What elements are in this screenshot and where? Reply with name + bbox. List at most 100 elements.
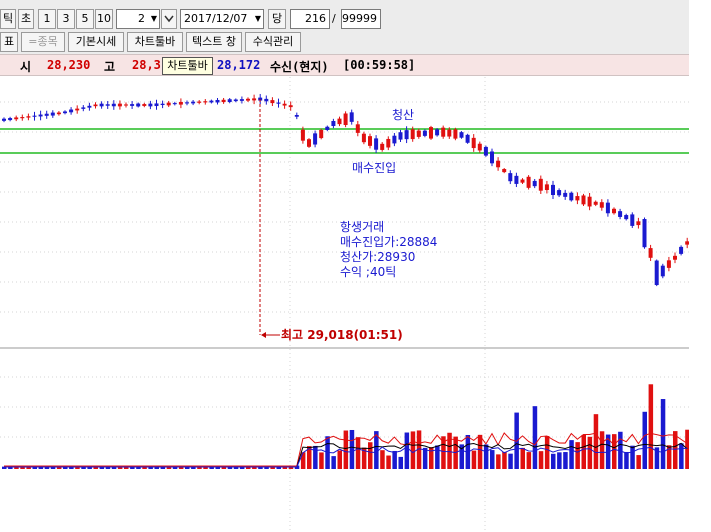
candle-body bbox=[270, 100, 275, 104]
volume-bar bbox=[587, 436, 593, 469]
volume-bar bbox=[319, 452, 324, 469]
candle-body bbox=[50, 112, 55, 116]
volume-bar bbox=[642, 411, 647, 469]
basic-quote-button[interactable]: 기본시세 bbox=[68, 32, 124, 52]
open-label: 시 bbox=[20, 60, 32, 74]
chart-toolbar-button[interactable]: 차트툴바 bbox=[127, 32, 183, 52]
candle-body bbox=[264, 98, 269, 102]
count-input[interactable]: 216 bbox=[290, 9, 330, 29]
exit-price: 청산가:28930 bbox=[340, 250, 415, 264]
candle-body bbox=[612, 208, 616, 214]
candle-body bbox=[429, 127, 433, 139]
dang-button[interactable]: 당 bbox=[268, 9, 286, 29]
candle-body bbox=[563, 192, 568, 197]
candlestick-chart[interactable]: 청산 매수진입 항생거래 매수진입가:28884 청산가:28930 수익 ;4… bbox=[0, 77, 689, 532]
candle-body bbox=[361, 133, 366, 143]
candle-body bbox=[404, 130, 409, 140]
period-1-button[interactable]: 1 bbox=[38, 9, 56, 29]
period-3-button[interactable]: 3 bbox=[57, 9, 75, 29]
candle-body bbox=[581, 195, 586, 205]
volume-bar bbox=[447, 432, 452, 469]
tooltip: 차트툴바 bbox=[162, 57, 213, 75]
volume-bar bbox=[422, 447, 428, 469]
right-scroll-edge[interactable] bbox=[689, 0, 711, 532]
candle-body bbox=[32, 115, 37, 117]
candle-body bbox=[160, 103, 165, 106]
candle-body bbox=[209, 100, 214, 103]
candle-body bbox=[569, 192, 574, 201]
candle-body bbox=[642, 219, 647, 248]
candle-body bbox=[136, 103, 141, 107]
last-value: 28,172 bbox=[217, 58, 261, 72]
volume-bar bbox=[575, 442, 580, 469]
candle-body bbox=[483, 146, 488, 156]
candle-body bbox=[660, 265, 665, 277]
candle-body bbox=[319, 129, 324, 139]
candle-body bbox=[343, 113, 348, 126]
pyo-button[interactable]: 표 bbox=[0, 32, 18, 52]
candle-body bbox=[81, 107, 86, 109]
candle-body bbox=[233, 99, 238, 102]
formula-manage-button[interactable]: 수식관리 bbox=[245, 32, 301, 52]
chevron-down-icon: ▼ bbox=[254, 14, 261, 23]
volume-bar bbox=[490, 450, 495, 469]
candle-body bbox=[599, 202, 604, 208]
volume-bar bbox=[648, 384, 654, 469]
candle-body bbox=[416, 130, 421, 137]
candle-body bbox=[69, 109, 74, 113]
candle-body bbox=[441, 127, 446, 137]
candle-body bbox=[496, 160, 501, 168]
max-count-input[interactable]: 99999 bbox=[341, 9, 381, 29]
candle-body bbox=[508, 173, 513, 182]
entry-label: 매수진입 bbox=[352, 161, 396, 175]
candle-body bbox=[630, 214, 635, 226]
date-select[interactable]: 2017/12/07 ▼ bbox=[180, 9, 264, 29]
volume-bar bbox=[551, 453, 556, 469]
candle-body bbox=[8, 118, 13, 121]
candle-body bbox=[307, 139, 311, 147]
candle-body bbox=[465, 134, 470, 143]
candle-body bbox=[593, 201, 598, 205]
candle-body bbox=[215, 99, 220, 103]
candle-body bbox=[544, 184, 549, 191]
candle-body bbox=[20, 117, 25, 119]
candle-body bbox=[185, 102, 189, 104]
chevron-down-icon[interactable] bbox=[161, 9, 177, 29]
tick-button[interactable]: 틱 bbox=[0, 9, 16, 29]
candle-body bbox=[605, 202, 610, 214]
volume-bar bbox=[410, 431, 416, 469]
volume-bar bbox=[581, 434, 586, 469]
candle-body bbox=[63, 111, 67, 114]
candle-body bbox=[93, 104, 98, 107]
second-button[interactable]: 초 bbox=[18, 9, 34, 29]
volume-bar bbox=[599, 431, 605, 469]
period-10-button[interactable]: 10 bbox=[95, 9, 113, 29]
jongmok-button[interactable]: =종목 bbox=[21, 32, 65, 52]
candle-body bbox=[166, 102, 171, 106]
candle-body bbox=[227, 99, 232, 102]
candle-body bbox=[618, 211, 623, 217]
period-5-button[interactable]: 5 bbox=[76, 9, 94, 29]
volume-bar bbox=[630, 445, 635, 469]
candle-body bbox=[673, 255, 677, 260]
arrow-left-icon bbox=[261, 332, 266, 338]
volume-bar bbox=[331, 456, 336, 469]
candle-body bbox=[410, 129, 415, 140]
candle-body bbox=[111, 103, 116, 107]
candle-body bbox=[435, 129, 440, 136]
high-note: 최고 29,018(01:51) bbox=[281, 327, 403, 342]
candle-body bbox=[422, 130, 427, 136]
volume-bar bbox=[313, 445, 318, 469]
volume-bar bbox=[508, 453, 513, 469]
volume-bar bbox=[532, 406, 538, 469]
candle-body bbox=[75, 108, 80, 111]
volume-bar bbox=[386, 455, 391, 469]
profit-text: 수익 ;40틱 bbox=[340, 265, 396, 279]
text-window-button[interactable]: 텍스트 창 bbox=[186, 32, 242, 52]
volume-bar bbox=[538, 451, 544, 469]
candle-body bbox=[392, 135, 397, 144]
volume-bar bbox=[612, 434, 617, 469]
interval-select[interactable]: 2 ▼ bbox=[116, 9, 160, 29]
volume-bars bbox=[2, 384, 689, 469]
candle-body bbox=[666, 260, 671, 268]
